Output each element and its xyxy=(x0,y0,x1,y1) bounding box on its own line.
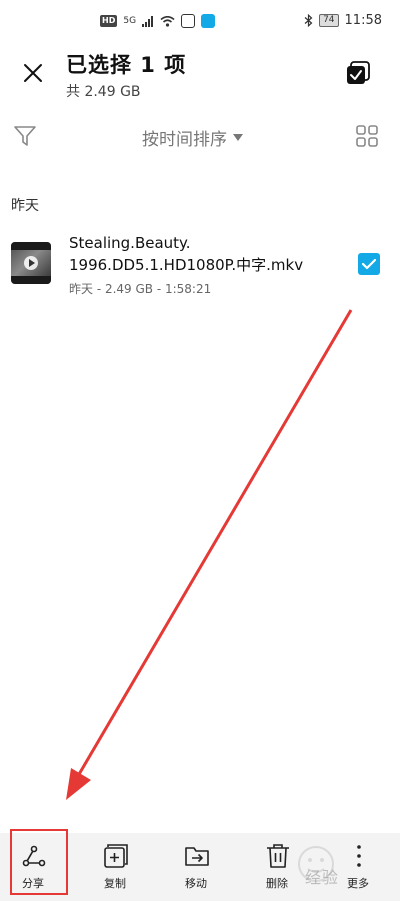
move-button[interactable]: 移动 xyxy=(166,833,226,897)
grid-view-icon[interactable] xyxy=(355,124,379,148)
file-checkbox[interactable] xyxy=(358,253,380,275)
watermark-text: 经验 xyxy=(305,868,340,887)
play-icon xyxy=(24,256,38,270)
network-type: 5G xyxy=(123,16,137,26)
sort-label: 按时间排序 xyxy=(142,130,227,150)
checkmark-icon xyxy=(361,258,377,270)
file-name-line-2: 1996.DD5.1.HD1080P.中字.mkv xyxy=(69,256,304,274)
page-title: 已选择 1 项 xyxy=(66,53,187,77)
select-all-icon[interactable] xyxy=(345,60,371,86)
close-icon[interactable] xyxy=(22,62,44,84)
move-icon xyxy=(185,847,209,866)
bluetooth-icon xyxy=(304,14,313,27)
wifi-icon xyxy=(160,15,175,27)
file-name-line-1: Stealing.Beauty. xyxy=(69,234,191,252)
section-header-date: 昨天 xyxy=(11,198,39,214)
copy-icon xyxy=(104,844,128,868)
status-bar: HD 5G 74 11:58 xyxy=(0,0,400,46)
file-list-item[interactable]: Stealing.Beauty. 1996.DD5.1.HD1080P.中字.m… xyxy=(0,228,400,304)
file-name: Stealing.Beauty. 1996.DD5.1.HD1080P.中字.m… xyxy=(69,232,334,276)
signal-icon xyxy=(142,15,154,27)
status-right: 74 11:58 xyxy=(304,13,382,28)
copy-label: 复制 xyxy=(104,877,126,890)
copy-button[interactable]: 复制 xyxy=(85,833,145,897)
filter-icon[interactable] xyxy=(13,124,37,148)
sort-dropdown[interactable]: 按时间排序 xyxy=(142,125,243,150)
selection-size: 共 2.49 GB xyxy=(66,84,141,100)
share-highlight-box xyxy=(10,829,68,895)
notification-app-icon xyxy=(181,14,196,28)
notification-app-icon-blue xyxy=(201,14,216,28)
video-thumbnail xyxy=(11,242,51,284)
clock: 11:58 xyxy=(344,13,382,28)
file-meta: 昨天 - 2.49 GB - 1:58:21 xyxy=(69,282,212,296)
caret-down-icon xyxy=(233,134,243,141)
battery-indicator: 74 xyxy=(319,14,339,27)
hd-badge: HD xyxy=(100,15,118,27)
status-left: HD 5G xyxy=(100,14,216,28)
move-label: 移动 xyxy=(185,877,207,890)
delete-icon xyxy=(267,844,289,868)
